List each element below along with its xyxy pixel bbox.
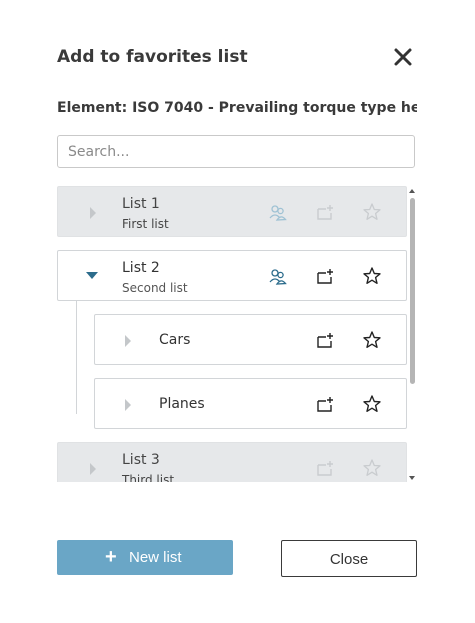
caret-right-icon[interactable]: [123, 334, 133, 348]
sublist-item-cars[interactable]: Cars: [94, 314, 407, 365]
new-list-label: New list: [129, 549, 182, 566]
star-icon[interactable]: [362, 394, 382, 414]
add-to-favorites-dialog: Add to favorites list Element: ISO 7040 …: [0, 0, 475, 623]
list-description: First list: [122, 217, 169, 231]
star-icon[interactable]: [362, 266, 382, 286]
star-icon: [363, 459, 381, 476]
add-folder-icon[interactable]: [315, 267, 335, 287]
sublist-name: Planes: [159, 396, 205, 412]
caret-right-icon[interactable]: [123, 398, 133, 412]
add-folder-icon[interactable]: [315, 331, 335, 351]
star-icon[interactable]: [362, 330, 382, 350]
new-list-button[interactable]: + New list: [57, 540, 233, 575]
shared-users-icon: [269, 205, 287, 221]
sublist-name: Cars: [159, 332, 191, 348]
star-icon: [363, 203, 381, 220]
list-item-list-3: List 3 Third list: [57, 442, 407, 482]
close-icon[interactable]: [392, 46, 414, 68]
scrollbar-thumb[interactable]: [410, 198, 415, 384]
close-button[interactable]: Close: [281, 540, 417, 577]
scroll-down-arrow[interactable]: [409, 476, 415, 480]
sublist-item-planes[interactable]: Planes: [94, 378, 407, 429]
dialog-title: Add to favorites list: [57, 47, 248, 67]
tree-connector: [76, 301, 77, 414]
list-name: List 1: [122, 196, 160, 212]
list-item-list-2[interactable]: List 2 Second list: [57, 250, 407, 301]
add-folder-icon: [317, 205, 333, 220]
list-description: Second list: [122, 281, 188, 295]
list-name: List 2: [122, 260, 160, 276]
add-folder-icon[interactable]: [315, 395, 335, 415]
list-item-list-1: List 1 First list: [57, 186, 407, 237]
caret-down-icon[interactable]: [85, 270, 99, 280]
list-name: List 3: [122, 452, 160, 468]
plus-icon: +: [105, 546, 117, 568]
caret-right-icon: [90, 207, 96, 219]
list-description: Third list: [122, 473, 175, 482]
search-input[interactable]: [57, 135, 415, 168]
caret-right-icon: [90, 463, 96, 475]
close-label: Close: [329, 551, 369, 568]
element-label: Element: ISO 7040 - Prevailing torque ty…: [57, 100, 417, 116]
shared-users-icon: [269, 269, 287, 285]
scroll-up-arrow[interactable]: [409, 189, 415, 193]
add-folder-icon: [317, 461, 333, 476]
favorites-list[interactable]: List 1 First list List 2 Second list Car…: [57, 186, 417, 482]
